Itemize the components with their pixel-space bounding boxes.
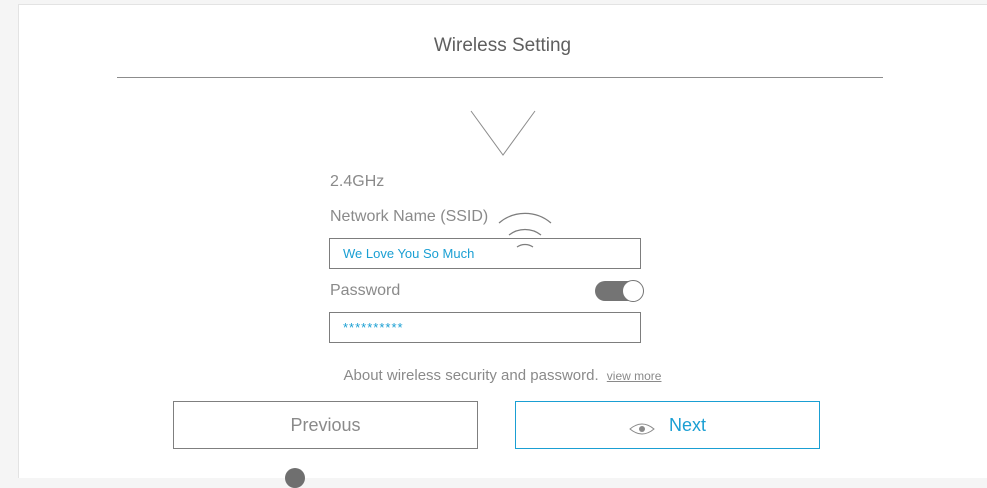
eye-icon [629,423,655,435]
security-help: About wireless security and password. vi… [19,367,986,384]
ssid-input[interactable] [329,238,641,269]
security-help-text: About wireless security and password. [343,367,599,384]
password-label: Password [330,282,401,299]
wireless-setting-panel: Wireless Setting 2.4GHz Network Name (SS… [18,4,987,488]
previous-button[interactable]: Previous [173,401,478,449]
password-visibility-toggle[interactable] [595,280,644,302]
password-input[interactable] [329,312,641,343]
toggle-knob [622,280,644,302]
chevron-down-icon [470,110,536,156]
next-button[interactable]: Next [515,401,820,449]
title-divider [117,77,883,78]
next-button-label: Next [668,414,706,435]
band-label: 2.4GHz [330,173,385,190]
page-indicator-dot [285,468,305,488]
view-more-link[interactable]: view more [607,369,662,383]
page-title: Wireless Setting [433,35,572,56]
ssid-label: Network Name (SSID) [330,208,489,225]
previous-button-label: Previous [290,414,361,435]
